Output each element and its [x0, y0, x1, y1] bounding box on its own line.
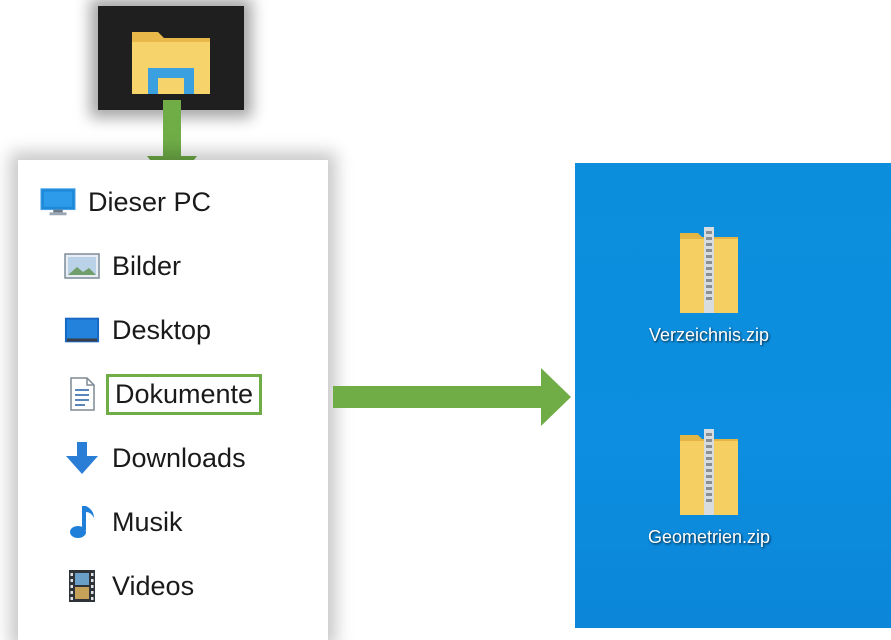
zip-folder-icon — [680, 429, 738, 515]
desktop-file-label: Verzeichnis.zip — [648, 325, 770, 345]
nav-item-bilder[interactable]: Bilder — [64, 246, 181, 286]
right-arrow-head — [541, 368, 571, 426]
pictures-icon — [64, 250, 100, 282]
zip-folder-icon — [680, 227, 738, 313]
nav-item-label: Desktop — [112, 314, 212, 345]
nav-item-label: Dokumente — [106, 373, 263, 415]
right-arrow-shaft — [333, 386, 543, 408]
documents-icon — [64, 377, 100, 411]
nav-item-downloads[interactable]: Downloads — [64, 438, 246, 478]
desktop-file-verzeichnis-zip[interactable]: Verzeichnis.zip — [609, 227, 809, 346]
desktop-icon — [64, 314, 100, 346]
file-explorer-icon — [132, 32, 210, 94]
nav-item-videos[interactable]: Videos — [64, 566, 194, 606]
nav-item-label: Downloads — [112, 442, 246, 473]
nav-item-dieser-pc[interactable]: Dieser PC — [40, 182, 211, 222]
down-arrow-shaft — [163, 100, 181, 158]
nav-item-label: Dieser PC — [88, 186, 212, 217]
desktop-file-geometrien-zip[interactable]: Geometrien.zip — [609, 429, 809, 548]
nav-item-dokumente[interactable]: Dokumente — [64, 373, 263, 415]
navigation-pane: Dieser PC Bilder Desktop Dokumente Downl… — [18, 160, 328, 640]
file-explorer-taskbar-button[interactable] — [98, 6, 244, 110]
music-note-icon — [64, 506, 100, 538]
film-strip-icon — [64, 570, 100, 602]
desktop-file-label: Geometrien.zip — [647, 527, 771, 547]
download-arrow-icon — [64, 442, 100, 474]
nav-item-label: Bilder — [112, 250, 182, 281]
nav-item-musik[interactable]: Musik — [64, 502, 183, 542]
nav-item-label: Musik — [112, 506, 183, 537]
nav-item-label: Videos — [112, 570, 195, 601]
desktop-background: Verzeichnis.zip Geometrien.zip — [575, 163, 891, 628]
nav-item-desktop[interactable]: Desktop — [64, 310, 211, 350]
monitor-icon — [40, 186, 76, 218]
